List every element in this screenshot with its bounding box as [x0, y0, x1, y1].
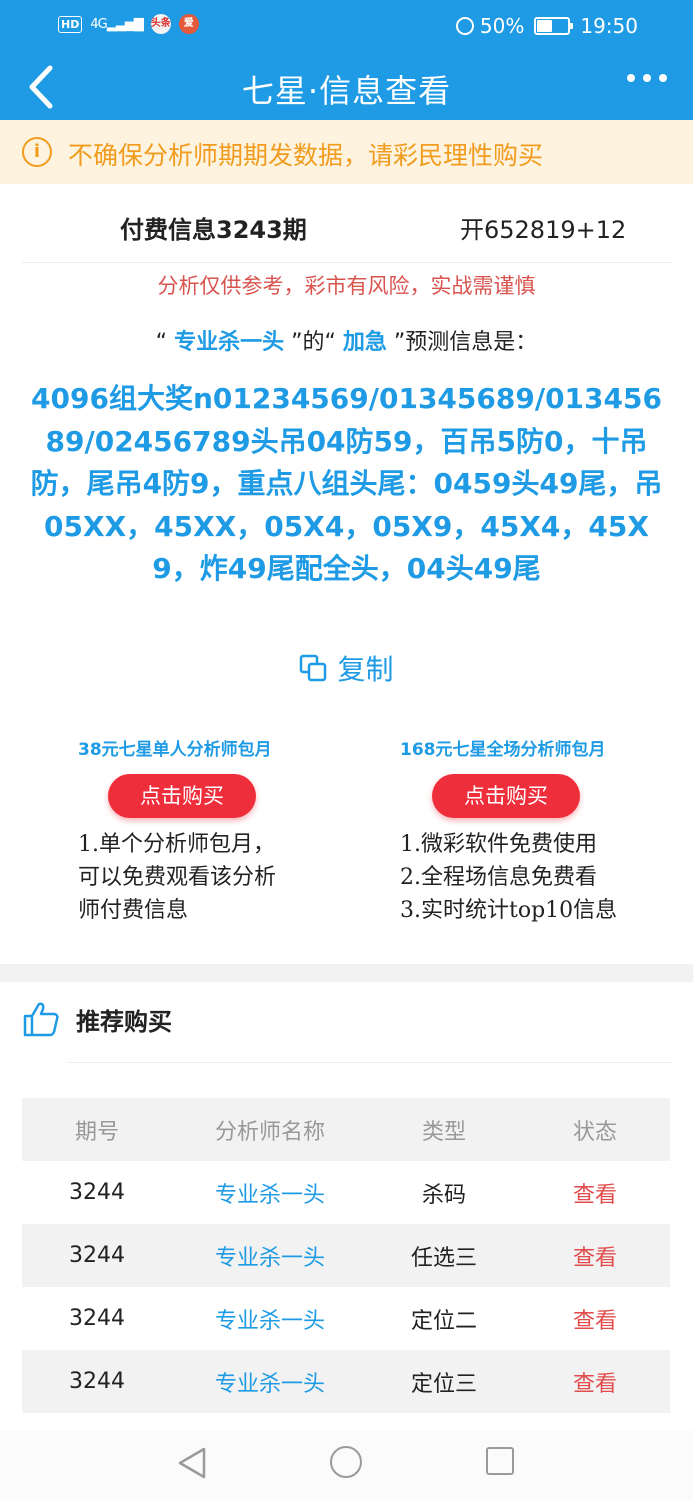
view-link[interactable]: 查看 [520, 1366, 670, 1398]
more-menu-button[interactable] [627, 74, 667, 82]
table-row[interactable]: 3244 专业杀一头 定位二 查看 [22, 1287, 670, 1350]
recommend-table: 期号 分析师名称 类型 状态 3244 专业杀一头 杀码 查看 3244 专业杀… [22, 1098, 670, 1413]
issue-result: 开652819+12 [460, 216, 627, 244]
prediction-content: 4096组大奖n01234569/01345689/01345689/02456… [30, 382, 663, 585]
table-header: 期号 分析师名称 类型 状态 [22, 1098, 670, 1161]
cell-type: 定位二 [410, 1308, 477, 1334]
alarm-icon [455, 17, 474, 35]
status-left: HD 4G▂▃▅▇ 头条 爱 [58, 14, 199, 34]
hd-badge: HD [58, 15, 83, 33]
table-row[interactable]: 3244 专业杀一头 杀码 查看 [22, 1161, 670, 1224]
buy-button[interactable]: 点击购买 [432, 774, 580, 818]
warning-text: 不确保分析师期期发数据，请彩民理性购买 [68, 141, 544, 170]
info-icon: i [22, 137, 52, 167]
cell-issue: 3244 [69, 1369, 125, 1394]
prediction-quote-mid: ”的“ [291, 330, 336, 355]
app-notification-icon-2: 爱 [178, 14, 199, 34]
view-link[interactable]: 查看 [520, 1177, 670, 1209]
cell-analyst-link[interactable]: 专业杀一头 [172, 1366, 368, 1398]
col-type-header: 类型 [421, 1119, 466, 1145]
plan-single-analyst: 38元七星单人分析师包月 点击购买 1.单个分析师包月， 可以免费观看该分析 师… [78, 735, 338, 927]
col-analyst-header: 分析师名称 [214, 1119, 325, 1145]
copy-icon [300, 654, 327, 682]
plan-desc-line: 1.微彩软件免费使用 [400, 832, 597, 857]
cell-analyst-link[interactable]: 专业杀一头 [172, 1303, 368, 1335]
more-dot-icon [643, 74, 651, 82]
cell-analyst-link[interactable]: 专业杀一头 [172, 1177, 368, 1209]
page-title: 七星·信息查看 [241, 72, 452, 110]
divider [22, 262, 671, 263]
cell-issue: 3244 [69, 1243, 125, 1268]
divider [68, 1062, 671, 1063]
plan-desc-line: 可以免费观看该分析 [78, 865, 277, 890]
prediction-quote-open: “ [155, 330, 168, 355]
prediction-type: 加急 [342, 330, 387, 355]
plan-description: 1.微彩软件免费使用 2.全程场信息免费看 3.实时统计top10信息 [400, 828, 660, 927]
plan-all-analysts: 168元七星全场分析师包月 点击购买 1.微彩软件免费使用 2.全程场信息免费看… [400, 735, 660, 927]
cell-issue: 3244 [69, 1180, 125, 1205]
copy-button[interactable]: 复制 [0, 648, 693, 688]
cell-type: 定位三 [410, 1371, 477, 1397]
plan-desc-line: 2.全程场信息免费看 [400, 865, 597, 890]
nav-home-circle-icon[interactable] [330, 1446, 362, 1478]
disclaimer-text: 分析仅供参考，彩市有风险，实战需谨慎 [157, 274, 536, 298]
system-nav-bar [0, 1430, 693, 1500]
cell-type: 杀码 [421, 1182, 466, 1208]
view-link[interactable]: 查看 [520, 1240, 670, 1272]
clock: 19:50 [580, 14, 638, 38]
table-row[interactable]: 3244 专业杀一头 任选三 查看 [22, 1224, 670, 1287]
more-dot-icon [627, 74, 635, 82]
cell-analyst-link[interactable]: 专业杀一头 [172, 1240, 368, 1272]
cell-type: 任选三 [410, 1245, 477, 1271]
section-separator [0, 964, 693, 982]
cell-issue: 3244 [69, 1306, 125, 1331]
analyst-name: 专业杀一头 [174, 330, 285, 355]
thumbs-up-icon [23, 1002, 59, 1037]
issue-title: 付费信息3243期 [120, 216, 307, 244]
col-issue-header: 期号 [74, 1119, 119, 1145]
buy-button[interactable]: 点击购买 [108, 774, 256, 818]
plan-title: 38元七星单人分析师包月 [78, 740, 272, 760]
battery-percent: 50% [479, 14, 525, 38]
plan-desc-line: 1.单个分析师包月， [78, 832, 275, 857]
network-type: 4G [90, 16, 107, 32]
recommend-header: 推荐购买 [22, 1000, 172, 1038]
nav-back-triangle-icon[interactable] [176, 1446, 208, 1480]
battery-icon [534, 17, 574, 35]
battery-fill [537, 20, 553, 32]
prediction-suffix: ”预测信息是： [393, 330, 538, 355]
copy-label: 复制 [337, 653, 394, 686]
signal-icon: 4G▂▃▅▇ [90, 16, 143, 32]
more-dot-icon [659, 74, 667, 82]
nav-bar: 七星·信息查看 [0, 54, 693, 120]
recommend-title: 推荐购买 [76, 1007, 172, 1036]
nav-recents-square-icon[interactable] [486, 1447, 514, 1475]
plan-description: 1.单个分析师包月， 可以免费观看该分析 师付费信息 [78, 828, 338, 927]
status-bar: HD 4G▂▃▅▇ 头条 爱 50% 19:50 [0, 0, 693, 54]
table-row[interactable]: 3244 专业杀一头 定位三 查看 [22, 1350, 670, 1413]
prediction-intro: “ 专业杀一头 ”的“ 加急 ”预测信息是： [0, 324, 693, 356]
col-status-header: 状态 [572, 1119, 617, 1145]
plan-desc-line: 3.实时统计top10信息 [400, 898, 618, 923]
plan-title: 168元七星全场分析师包月 [400, 740, 606, 760]
status-right: 50% 19:50 [455, 14, 638, 38]
plan-desc-line: 师付费信息 [78, 898, 189, 923]
app-notification-icon: 头条 [150, 14, 171, 34]
warning-banner: i 不确保分析师期期发数据，请彩民理性购买 [0, 120, 693, 184]
view-link[interactable]: 查看 [520, 1303, 670, 1335]
